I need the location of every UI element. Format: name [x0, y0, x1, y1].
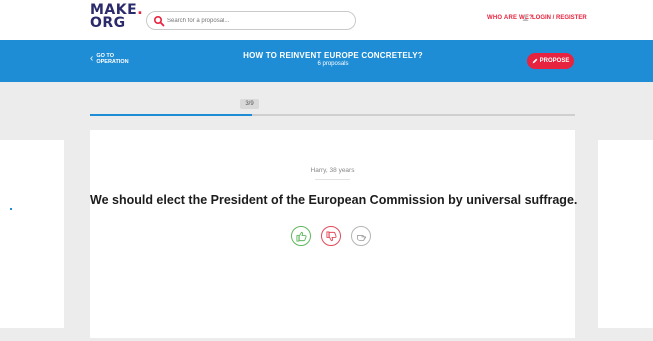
propose-button[interactable]: PROPOSE: [527, 53, 574, 69]
vote-agree-button[interactable]: [291, 226, 311, 246]
top-navigation-bar: MAKE. ORG WHO ARE WE? LOGIN / REGISTER: [0, 0, 653, 40]
logo-line2: ORG: [90, 15, 126, 31]
operation-question-title: HOW TO REINVENT EUROPE CONCRETELY?: [243, 51, 423, 60]
thumbs-down-icon: [325, 230, 337, 241]
pencil-icon: [532, 58, 538, 64]
author-divider: [315, 179, 350, 180]
search-input[interactable]: [167, 14, 347, 27]
progress-bar-fill: [90, 114, 252, 116]
proposal-card: Harry, 38 years We should elect the Pres…: [90, 130, 578, 338]
vote-disagree-button[interactable]: [321, 226, 341, 246]
login-register-label: LOGIN / REGISTER: [532, 14, 587, 21]
previous-card-marker: [10, 208, 12, 210]
chevron-left-icon: ‹: [90, 53, 94, 64]
search-bar[interactable]: [146, 11, 356, 30]
user-icon: [522, 14, 529, 21]
make-org-logo[interactable]: MAKE. ORG: [90, 3, 143, 31]
vote-neutral-button[interactable]: [351, 226, 371, 246]
goto-line2: OPERATION: [96, 59, 129, 65]
thumbs-up-icon: [295, 231, 307, 242]
go-to-operation-text: GO TO OPERATION: [96, 53, 128, 65]
propose-label: PROPOSE: [539, 58, 570, 64]
proposals-count: 6 proposals: [317, 61, 349, 67]
logo-dot: .: [137, 2, 144, 18]
hand-neutral-icon: [356, 234, 366, 241]
next-card-preview[interactable]: [598, 140, 653, 328]
login-register-link[interactable]: LOGIN / REGISTER: [522, 14, 587, 21]
proposal-text: We should elect the President of the Eur…: [90, 193, 578, 207]
search-icon: [153, 15, 165, 27]
previous-card-preview[interactable]: [0, 140, 64, 328]
go-to-operation-link[interactable]: ‹ GO TO OPERATION: [90, 53, 129, 65]
proposal-counter: 3/9: [240, 99, 259, 109]
progress-bar: [90, 114, 575, 116]
proposal-author: Harry, 38 years: [310, 167, 355, 174]
